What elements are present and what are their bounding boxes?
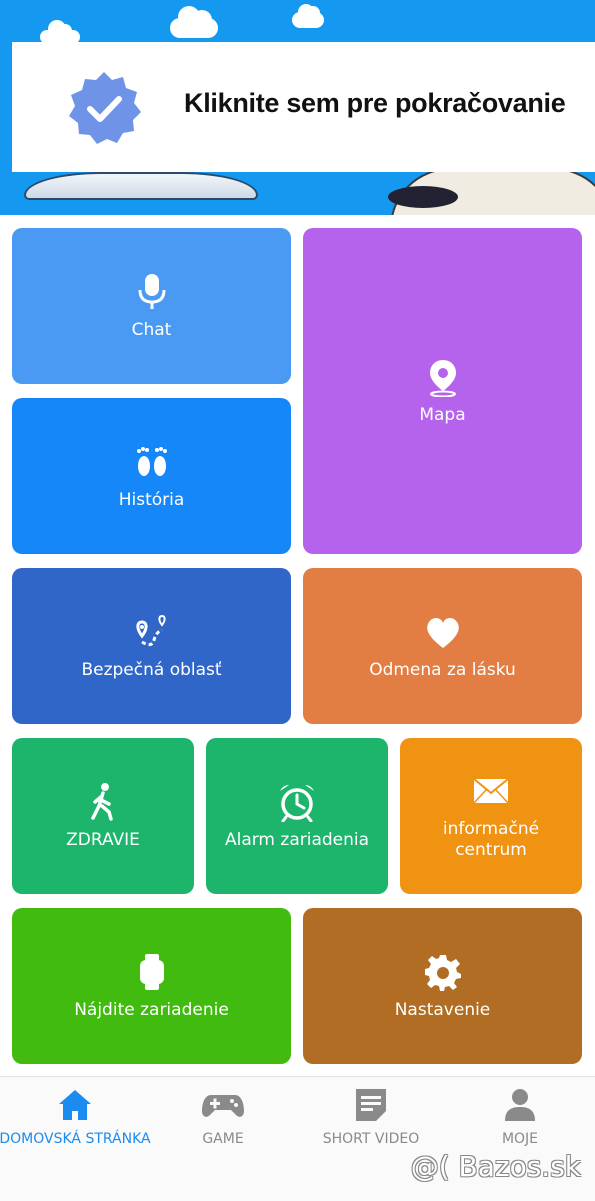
info-center-label: informačné centrum xyxy=(442,819,540,860)
health-tile[interactable]: ZDRAVIE xyxy=(12,738,194,894)
cloud-decoration xyxy=(170,6,218,38)
alarm-clock-icon xyxy=(280,784,314,822)
nav-home[interactable]: DOMOVSKÁ STRÁNKA xyxy=(0,1087,160,1147)
map-tile[interactable]: Mapa xyxy=(303,228,582,554)
continue-notice[interactable]: Kliknite sem pre pokračovanie xyxy=(12,42,595,172)
route-icon xyxy=(135,614,166,646)
user-icon xyxy=(505,1089,535,1121)
pet-illustration-shadow xyxy=(388,186,458,208)
nav-game[interactable]: GAME xyxy=(183,1087,263,1147)
nav-profile[interactable]: MOJE xyxy=(480,1087,560,1147)
heart-icon xyxy=(426,617,459,648)
settings-label: Nastavenie xyxy=(394,999,491,1020)
nav-game-label: GAME xyxy=(202,1131,244,1147)
microphone-icon xyxy=(138,273,165,309)
envelope-icon xyxy=(473,778,509,804)
chat-tile[interactable]: Chat xyxy=(12,228,291,384)
nav-short-video-label: SHORT VIDEO xyxy=(322,1131,420,1147)
note-icon xyxy=(356,1089,386,1121)
find-device-label: Nájdite zariadenie xyxy=(74,999,229,1020)
verified-check-badge-icon xyxy=(69,72,141,144)
gear-icon xyxy=(424,954,461,991)
safe-zone-label: Bezpečná oblasť xyxy=(81,659,222,680)
find-device-tile[interactable]: Nájdite zariadenie xyxy=(12,908,291,1064)
history-label: História xyxy=(118,489,185,510)
cloud-decoration xyxy=(292,4,324,28)
map-label: Mapa xyxy=(419,404,466,425)
nav-home-label: DOMOVSKÁ STRÁNKA xyxy=(0,1131,151,1147)
location-pin-icon xyxy=(429,359,456,397)
info-center-tile[interactable]: informačné centrum xyxy=(400,738,582,894)
smartwatch-icon xyxy=(139,953,164,990)
walking-person-icon xyxy=(91,782,113,821)
nav-short-video[interactable]: SHORT VIDEO xyxy=(311,1087,431,1147)
health-label: ZDRAVIE xyxy=(66,829,140,850)
history-tile[interactable]: História xyxy=(12,398,291,554)
nav-profile-label: MOJE xyxy=(501,1131,539,1147)
watermark: @( Bazos.sk xyxy=(410,1150,581,1183)
love-reward-tile[interactable]: Odmena za lásku xyxy=(303,568,582,724)
home-icon xyxy=(59,1090,91,1120)
settings-tile[interactable]: Nastavenie xyxy=(303,908,582,1064)
device-alarm-label: Alarm zariadenia xyxy=(224,829,370,850)
continue-notice-text[interactable]: Kliknite sem pre pokračovanie xyxy=(184,88,566,119)
book-illustration xyxy=(24,172,258,200)
footprints-icon xyxy=(136,446,167,476)
chat-label: Chat xyxy=(131,319,172,340)
gamepad-icon xyxy=(202,1095,244,1117)
safe-zone-tile[interactable]: Bezpečná oblasť xyxy=(12,568,291,724)
device-alarm-tile[interactable]: Alarm zariadenia xyxy=(206,738,388,894)
love-reward-label: Odmena za lásku xyxy=(369,659,516,680)
